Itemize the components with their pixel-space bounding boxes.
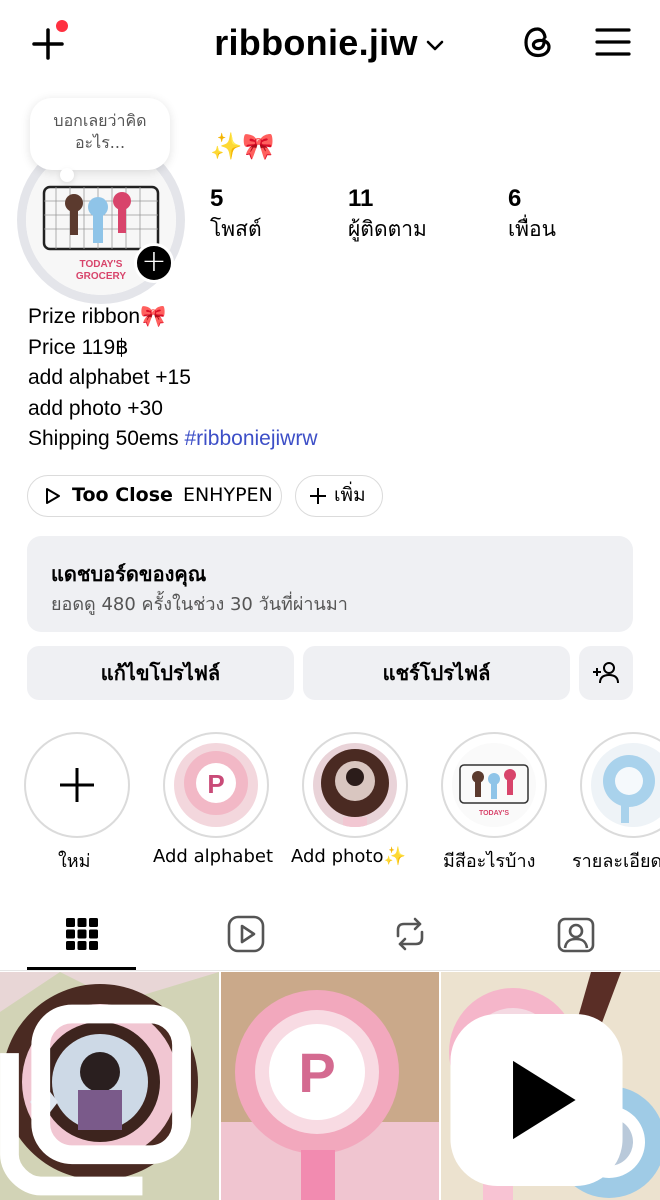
add-person-icon — [593, 662, 619, 684]
avatar-caption-2: GROCERY — [76, 271, 127, 282]
tab-tagged[interactable] — [556, 914, 596, 954]
username-switcher[interactable]: ribbonie.jiw — [0, 22, 660, 64]
chevron-down-icon — [426, 41, 444, 51]
highlight-cover — [302, 732, 408, 838]
stat-followers-label: ผู้ติดตาม — [348, 217, 427, 241]
svg-text:P: P — [298, 1041, 335, 1104]
hamburger-menu-icon — [595, 28, 631, 56]
highlight-label: มีสีอะไรบ้าง — [443, 851, 536, 872]
post-thumbnail-1[interactable] — [0, 972, 219, 1200]
profile-name-emoji: ✨🎀 — [210, 132, 275, 162]
bio-line-5-text: Shipping 50ems — [28, 427, 185, 450]
menu-button[interactable] — [594, 24, 632, 60]
plus-icon — [60, 768, 94, 802]
dashboard-title: แดชบอร์ดของคุณ — [51, 562, 207, 586]
professional-dashboard[interactable]: แดชบอร์ดของคุณ ยอดดู 480 ครั้งในช่วง 30 … — [27, 536, 633, 632]
add-link-chip[interactable]: เพิ่ม — [295, 475, 383, 517]
bio-line-1-text: Prize ribbon — [28, 305, 141, 328]
stat-posts-label: โพสต์ — [210, 217, 262, 241]
song-artist: ENHYPEN — [182, 484, 273, 506]
highlight-label: Add photo✨ — [291, 846, 406, 867]
stat-followers-value: 11 — [348, 185, 374, 212]
highlight-new[interactable]: ใหม่ — [24, 732, 134, 872]
share-profile-button[interactable]: แชร์โปรไฟล์ — [303, 646, 570, 700]
add-link-label: เพิ่ม — [334, 484, 366, 506]
tab-reposts[interactable] — [390, 914, 430, 954]
highlight-cover: P — [163, 732, 269, 838]
svg-text:TODAY'S: TODAY'S — [479, 810, 509, 817]
edit-profile-button[interactable]: แก้ไขโปรไฟล์ — [27, 646, 294, 700]
add-story-button[interactable]: + — [134, 243, 174, 283]
song-title: Too Close — [72, 484, 173, 506]
tagged-icon — [557, 917, 595, 953]
highlight-cover: TODAY'S — [441, 732, 547, 838]
profile-stats: 5 โพสต์ 11 ผู้ติดตาม 6 เพื่อน — [210, 184, 640, 244]
stat-friends-value: 6 — [508, 185, 522, 212]
threads-icon — [524, 27, 551, 58]
reels-icon — [227, 915, 265, 953]
highlight-new-circle — [24, 732, 130, 838]
posts-grid: P — [0, 972, 660, 1200]
stat-posts-value: 5 — [210, 185, 224, 212]
plus-icon — [310, 487, 326, 504]
threads-button[interactable] — [518, 22, 558, 62]
stat-posts[interactable]: 5 โพสต์ — [210, 184, 262, 244]
svg-text:P: P — [207, 769, 224, 799]
post-thumbnail-3[interactable] — [441, 972, 660, 1200]
note-text-1: บอกเลยว่าคิด — [53, 111, 147, 130]
highlight-cover — [580, 732, 660, 838]
bio-bow-emoji: 🎀 — [140, 305, 167, 328]
bio-line-5: Shipping 50ems #ribboniejiwrw — [28, 424, 318, 455]
stat-friends[interactable]: 6 เพื่อน — [508, 184, 556, 244]
tab-reels[interactable] — [226, 914, 266, 954]
avatar-caption-1: TODAY'S — [80, 259, 123, 270]
reel-icon — [450, 1013, 623, 1187]
bio-line-1: Prize ribbon🎀 — [28, 302, 318, 333]
reposts-icon — [396, 917, 424, 951]
carousel-icon — [0, 1004, 191, 1196]
highlight-details[interactable]: รายละเอียด — [572, 732, 660, 872]
grid-icon — [66, 918, 98, 950]
stat-friends-label: เพื่อน — [508, 217, 556, 241]
tabs-divider — [0, 970, 660, 971]
highlight-label: Add alphabet — [153, 846, 274, 867]
bio-line-3: add alphabet +15 — [28, 366, 191, 389]
highlight-add-photo[interactable]: Add photo✨ — [291, 732, 412, 867]
bio-hashtag[interactable]: #ribboniejiwrw — [184, 427, 317, 450]
highlight-label: ใหม่ — [58, 851, 91, 872]
post-thumbnail-2[interactable]: P — [221, 972, 439, 1200]
discover-people-button[interactable] — [579, 646, 633, 700]
username: ribbonie.jiw — [214, 22, 418, 63]
bio-line-4: add photo +30 — [28, 396, 163, 420]
play-icon — [46, 487, 60, 504]
profile-bio: Prize ribbon🎀 Price 119฿ add alphabet +1… — [28, 302, 318, 455]
highlight-add-alphabet[interactable]: P Add alphabet — [153, 732, 273, 867]
profile-tabs — [0, 900, 660, 972]
highlight-label: รายละเอียด — [572, 851, 660, 872]
dashboard-subtitle: ยอดดู 480 ครั้งในช่วง 30 วันที่ผ่านมา — [51, 594, 348, 615]
note-bubble[interactable]: บอกเลยว่าคิด อะไร... — [30, 98, 170, 182]
stat-followers[interactable]: 11 ผู้ติดตาม — [348, 184, 427, 244]
note-text-2: อะไร... — [74, 133, 126, 152]
highlight-colors[interactable]: TODAY'S มีสีอะไรบ้าง — [441, 732, 551, 872]
profile-header: ribbonie.jiw — [0, 0, 660, 88]
profile-music-chip[interactable]: Too Close ENHYPEN — [27, 475, 282, 517]
tab-posts-grid[interactable] — [62, 914, 102, 954]
bio-line-2: Price 119฿ — [28, 335, 129, 359]
